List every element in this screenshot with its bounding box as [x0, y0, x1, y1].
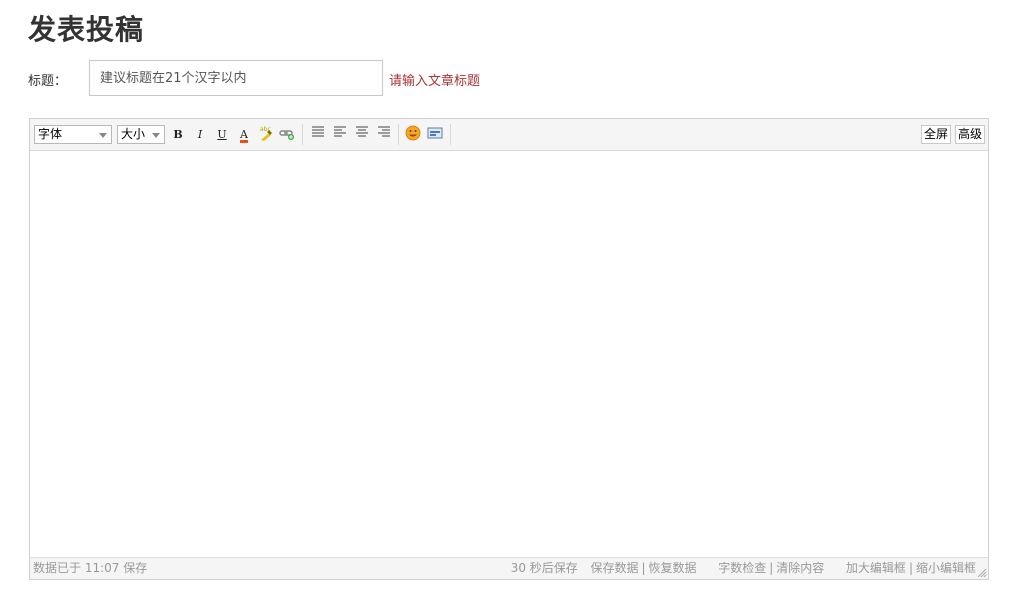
- autosave-countdown: 30 秒后保存: [510, 561, 578, 575]
- page-title: 发表投稿: [28, 13, 145, 46]
- align-left-icon[interactable]: [331, 125, 349, 144]
- chevron-down-icon: [152, 133, 160, 138]
- link-icon[interactable]: [278, 125, 296, 144]
- highlight-icon[interactable]: abc: [256, 125, 274, 144]
- chevron-down-icon: [99, 133, 107, 138]
- advanced-button[interactable]: 高级: [955, 125, 986, 144]
- restore-data-link[interactable]: 恢复数据: [649, 561, 697, 575]
- font-size-select-value: 大小: [121, 127, 146, 141]
- editor-content-area[interactable]: [30, 151, 988, 558]
- font-family-select-value: 字体: [38, 127, 63, 141]
- title-input[interactable]: [89, 60, 383, 96]
- image-icon[interactable]: [426, 125, 444, 144]
- editor-statusbar: 数据已于 11:07 保存 30 秒后保存 保存数据 | 恢复数据 字数检查 | 清除内…: [30, 557, 988, 579]
- align-right-icon[interactable]: [375, 125, 393, 144]
- rich-text-editor: 字体 大小 B I U A abc 全屏 高级 数据已于 11:07 保存 30…: [29, 118, 989, 580]
- toolbar-divider: [398, 124, 399, 145]
- resize-handle-icon[interactable]: [977, 568, 987, 578]
- italic-icon[interactable]: I: [191, 125, 209, 144]
- font-color-icon[interactable]: A: [235, 125, 253, 144]
- editor-toolbar: 字体 大小 B I U A abc 全屏 高级: [30, 119, 988, 151]
- fullscreen-button[interactable]: 全屏: [921, 125, 952, 144]
- underline-icon[interactable]: U: [213, 125, 231, 144]
- bold-icon[interactable]: B: [169, 125, 187, 144]
- font-family-select[interactable]: 字体: [34, 125, 112, 144]
- shrink-editor-link[interactable]: 缩小编辑框: [916, 561, 976, 575]
- word-check-link[interactable]: 字数检查: [718, 561, 766, 575]
- emoticon-icon[interactable]: [404, 125, 422, 144]
- font-size-select[interactable]: 大小: [117, 125, 165, 144]
- title-hint: 请输入文章标题: [389, 74, 481, 89]
- align-center-icon[interactable]: [353, 125, 371, 144]
- justify-icon[interactable]: [309, 125, 327, 144]
- save-data-link[interactable]: 保存数据: [590, 561, 638, 575]
- toolbar-divider: [450, 124, 451, 145]
- enlarge-editor-link[interactable]: 加大编辑框: [846, 561, 906, 575]
- status-actions: 30 秒后保存 保存数据 | 恢复数据 字数检查 | 清除内容 加大编辑框 | 缩小编辑框: [510, 561, 976, 575]
- clear-content-link[interactable]: 清除内容: [776, 561, 824, 575]
- title-row: 标题： 请输入文章标题: [28, 60, 728, 98]
- toolbar-divider: [302, 124, 303, 145]
- saved-status-text: 数据已于 11:07 保存: [33, 561, 148, 575]
- title-label: 标题：: [28, 74, 68, 89]
